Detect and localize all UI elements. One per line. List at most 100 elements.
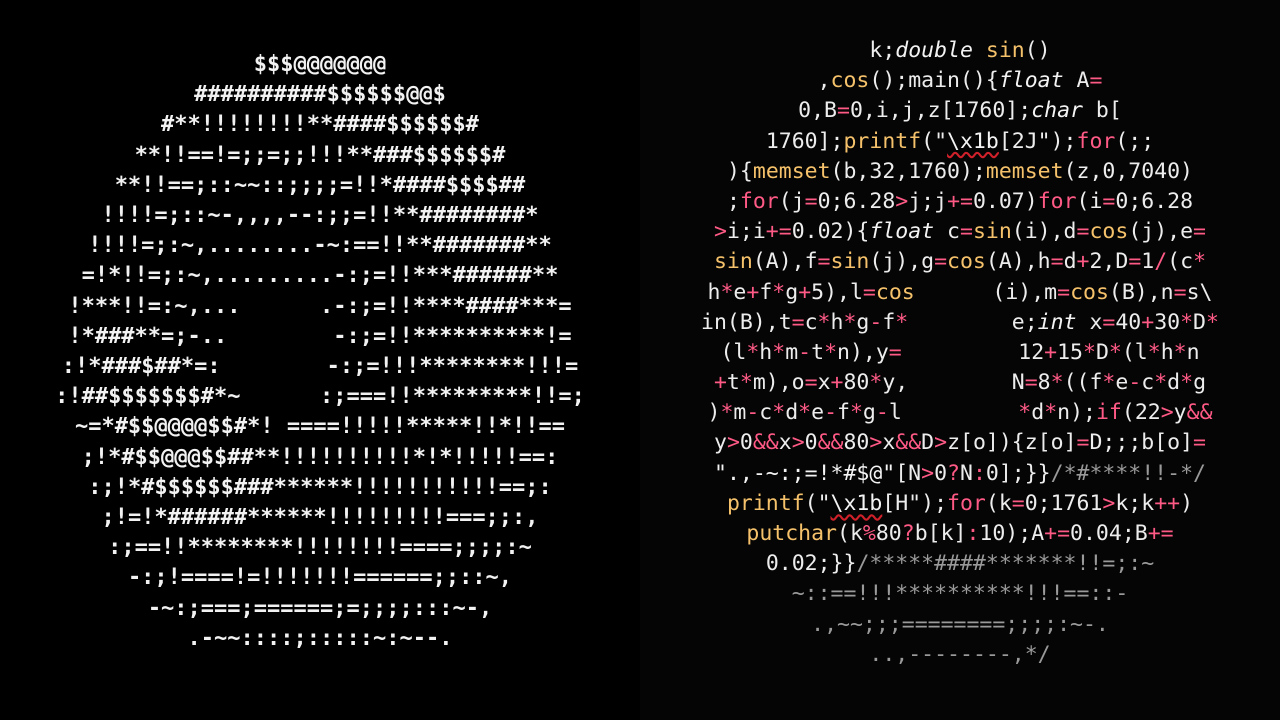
code-token: = — [1076, 219, 1090, 245]
code-token: = — [1102, 188, 1116, 214]
code-token: * — [1147, 339, 1161, 365]
code-token: D — [1193, 309, 1206, 335]
code-token: + — [830, 370, 844, 396]
code-token: e — [733, 279, 747, 305]
code-token: e; — [908, 309, 1038, 335]
code-line: putchar(k%80?b[k]:10);A+=0.04;B+= — [640, 519, 1280, 549]
code-token: ? — [947, 460, 960, 486]
code-token: && — [817, 430, 844, 456]
code-token: > — [726, 430, 740, 456]
code-token: c — [934, 219, 960, 245]
code-token: ((f — [1063, 370, 1103, 396]
code-token: = — [959, 219, 973, 245]
code-token: = — [817, 249, 831, 275]
code-line: ,cos();main(){float A= — [640, 66, 1280, 96]
code-token: * — [720, 400, 734, 426]
code-line: 0.02;}}/*****####*******!!=;:~ — [640, 549, 1280, 579]
code-line: .,~~;;;========;;;;:~-. — [640, 610, 1280, 640]
code-token: cos — [947, 249, 986, 275]
ascii-donut-panel: $$$@@@@@@@ ##########$$$$$$@@$ #**!!!!!!… — [0, 0, 640, 720]
code-token: cos — [875, 279, 915, 305]
code-token: ++ — [1154, 490, 1181, 516]
ascii-line: **!!==!=;;=;;!!!**###$$$$$$# — [134, 142, 506, 168]
code-token: 1 — [1141, 249, 1155, 275]
code-token: > — [791, 430, 805, 456]
ascii-line: !!!!=;:~,........-~:==!!**#######** — [88, 233, 552, 259]
code-token: D — [921, 430, 935, 456]
code-token: && — [895, 430, 922, 456]
code-token: - — [746, 400, 760, 426]
code-token: sin — [985, 38, 1025, 63]
code-token: * — [1154, 370, 1168, 396]
code-token: N — [959, 460, 973, 486]
code-token: > — [869, 430, 883, 456]
ascii-line: ##########$$$$$$@@$ — [194, 82, 446, 108]
code-token: * — [1193, 249, 1207, 275]
code-token: (b,32,1760); — [830, 158, 986, 184]
code-token: h — [759, 339, 773, 365]
code-token: * — [739, 370, 753, 396]
code-token: memset — [985, 158, 1064, 184]
code-token: sin — [713, 249, 753, 275]
code-line: ..,--------,*/ — [640, 640, 1280, 670]
code-token: 0;1761 — [1024, 490, 1103, 516]
code-token: * — [746, 339, 760, 365]
code-token: x — [882, 430, 896, 456]
code-token: > — [934, 430, 948, 456]
code-token: = — [1024, 370, 1038, 396]
code-line: ;for(j=0;6.28>j;j+=0.07)for(i=0;6.28 — [640, 187, 1280, 217]
ascii-line: .-~~::::;:::::~:~--. — [187, 625, 453, 651]
code-token: += — [947, 188, 973, 214]
code-token: - — [798, 339, 812, 365]
code-token: = — [1050, 249, 1064, 275]
code-token: (" — [804, 490, 831, 516]
code-line: in(B),t=c*h*g-f* e;int x=40+30*D* — [640, 308, 1280, 338]
code-token: () — [1024, 38, 1051, 63]
code-token: printf — [843, 128, 922, 154]
code-token: t — [726, 370, 740, 396]
code-line: sin(A),f=sin(j),g=cos(A),h=d+2,D=1/(c* — [640, 247, 1280, 277]
code-token: - — [824, 400, 838, 426]
code-token: * — [1108, 339, 1122, 365]
code-token: * — [824, 339, 838, 365]
code-token: > — [895, 188, 909, 214]
code-token: += — [765, 219, 792, 245]
code-token: - — [869, 309, 883, 335]
code-token: (22 — [1121, 400, 1161, 426]
code-token: { — [739, 158, 753, 184]
code-token: = — [804, 370, 818, 396]
code-token: c — [804, 309, 818, 335]
ascii-line: !!!!=;::~-,,,,--:;;=!!**########* — [101, 203, 539, 229]
code-token: printf — [726, 490, 805, 516]
code-token: e — [811, 400, 825, 426]
code-token: f — [837, 400, 850, 426]
code-token: - — [875, 400, 889, 426]
code-token: * — [849, 400, 863, 426]
code-token: 8 — [1037, 370, 1051, 396]
code-token: 0;6.28 — [817, 188, 896, 214]
code-token: (A),h — [985, 249, 1051, 275]
code-token: (k — [985, 490, 1012, 516]
code-token: c — [1141, 370, 1155, 396]
code-token: \x1b — [947, 128, 999, 154]
code-token: = — [1057, 279, 1071, 305]
ascii-line: ;!*#$$@@@$$##**!!!!!!!!!!*!*!!!!!==: — [81, 444, 559, 470]
code-token: z[o]){z[o] — [947, 430, 1077, 456]
code-token: = — [1193, 219, 1206, 245]
code-token: h — [1160, 339, 1174, 365]
code-token: g — [1193, 370, 1207, 396]
ascii-line: !***!!=:~,... .-:;=!!****####***= — [68, 293, 572, 319]
code-line: ){memset(b,32,1760);memset(z,0,7040) — [640, 157, 1280, 187]
code-token: 0,i,j,z[1760]; — [849, 98, 1032, 124]
code-token: = — [1193, 430, 1206, 456]
code-line: )*m-c*d*e-f*g-l *d*n);if(22>y&& — [640, 398, 1280, 428]
code-token: sin — [972, 219, 1012, 245]
code-token: * — [1082, 339, 1096, 365]
code-token: d — [1063, 249, 1077, 275]
code-token: [N — [895, 460, 922, 486]
code-token: * — [720, 279, 734, 305]
code-token: = — [1173, 279, 1187, 305]
ascii-line: -:;!====!=!!!!!!!======;;::~, — [127, 565, 513, 591]
code-token: * — [1180, 309, 1194, 335]
code-token: \x1b — [830, 490, 883, 516]
